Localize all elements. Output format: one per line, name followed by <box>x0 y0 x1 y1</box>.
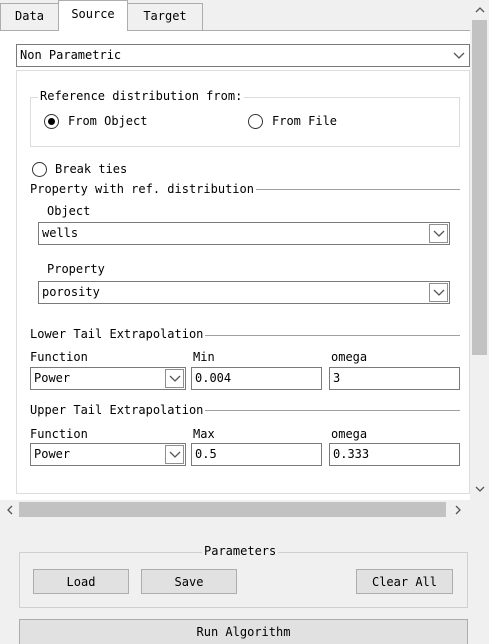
chevron-down-icon[interactable] <box>471 481 488 498</box>
lower-function-value: Power <box>34 371 71 385</box>
horizontal-scroll-thumb[interactable] <box>19 502 446 517</box>
break-ties-radio[interactable] <box>32 162 47 177</box>
upper-max-label: Max <box>193 427 215 441</box>
radio-from-object[interactable] <box>44 114 59 129</box>
upper-function-value: Power <box>34 447 71 461</box>
chevron-down-icon[interactable] <box>165 369 184 388</box>
chevron-down-icon[interactable] <box>449 46 468 65</box>
chevron-left-icon[interactable] <box>1 501 18 518</box>
load-button[interactable]: Load <box>33 569 129 594</box>
reference-legend: Reference distribution from: <box>38 89 245 103</box>
property-label: Property <box>47 262 105 276</box>
upper-function-dropdown[interactable]: Power <box>30 443 186 466</box>
run-algorithm-button[interactable]: Run Algorithm <box>19 619 468 644</box>
parameters-legend: Parameters <box>202 544 279 558</box>
tab-target-label: Target <box>143 9 187 23</box>
chevron-right-icon[interactable] <box>450 501 467 518</box>
chevron-down-icon[interactable] <box>429 224 448 243</box>
object-value: wells <box>42 226 79 240</box>
vertical-scroll-thumb[interactable] <box>472 20 487 355</box>
chevron-down-icon[interactable] <box>429 283 448 302</box>
lower-omega-input[interactable]: 3 <box>329 367 460 390</box>
upper-tail-legend: Upper Tail Extrapolation <box>30 403 206 417</box>
tab-data[interactable]: Data <box>0 3 59 30</box>
lower-min-input[interactable]: 0.004 <box>191 367 322 390</box>
radio-from-file-label: From File <box>272 114 338 128</box>
tab-source-label: Source <box>71 7 115 21</box>
upper-function-label: Function <box>30 427 88 441</box>
method-value: Non Parametric <box>20 48 122 62</box>
chevron-up-icon[interactable] <box>471 1 488 18</box>
method-dropdown[interactable]: Non Parametric <box>16 44 470 67</box>
chevron-down-icon[interactable] <box>165 445 184 464</box>
break-ties-label: Break ties <box>55 162 128 176</box>
upper-max-input[interactable]: 0.5 <box>191 443 322 466</box>
object-label: Object <box>47 204 91 218</box>
lower-function-label: Function <box>30 350 88 364</box>
object-dropdown[interactable]: wells <box>38 222 450 245</box>
tab-target[interactable]: Target <box>127 3 203 30</box>
tab-source[interactable]: Source <box>58 0 128 31</box>
lower-function-dropdown[interactable]: Power <box>30 367 186 390</box>
lower-min-label: Min <box>193 350 215 364</box>
lower-tail-legend: Lower Tail Extrapolation <box>30 327 206 341</box>
tab-bar: Data Source Target <box>0 0 470 31</box>
property-dropdown[interactable]: porosity <box>38 281 450 304</box>
upper-omega-input[interactable]: 0.333 <box>329 443 460 466</box>
property-value: porosity <box>42 285 100 299</box>
upper-omega-label: omega <box>331 427 368 441</box>
radio-from-object-label: From Object <box>68 114 148 128</box>
property-group-legend: Property with ref. distribution <box>30 182 256 196</box>
clear-all-button[interactable]: Clear All <box>356 569 453 594</box>
save-button[interactable]: Save <box>141 569 237 594</box>
lower-omega-label: omega <box>331 350 368 364</box>
radio-from-file[interactable] <box>248 114 263 129</box>
tab-data-label: Data <box>15 9 44 23</box>
